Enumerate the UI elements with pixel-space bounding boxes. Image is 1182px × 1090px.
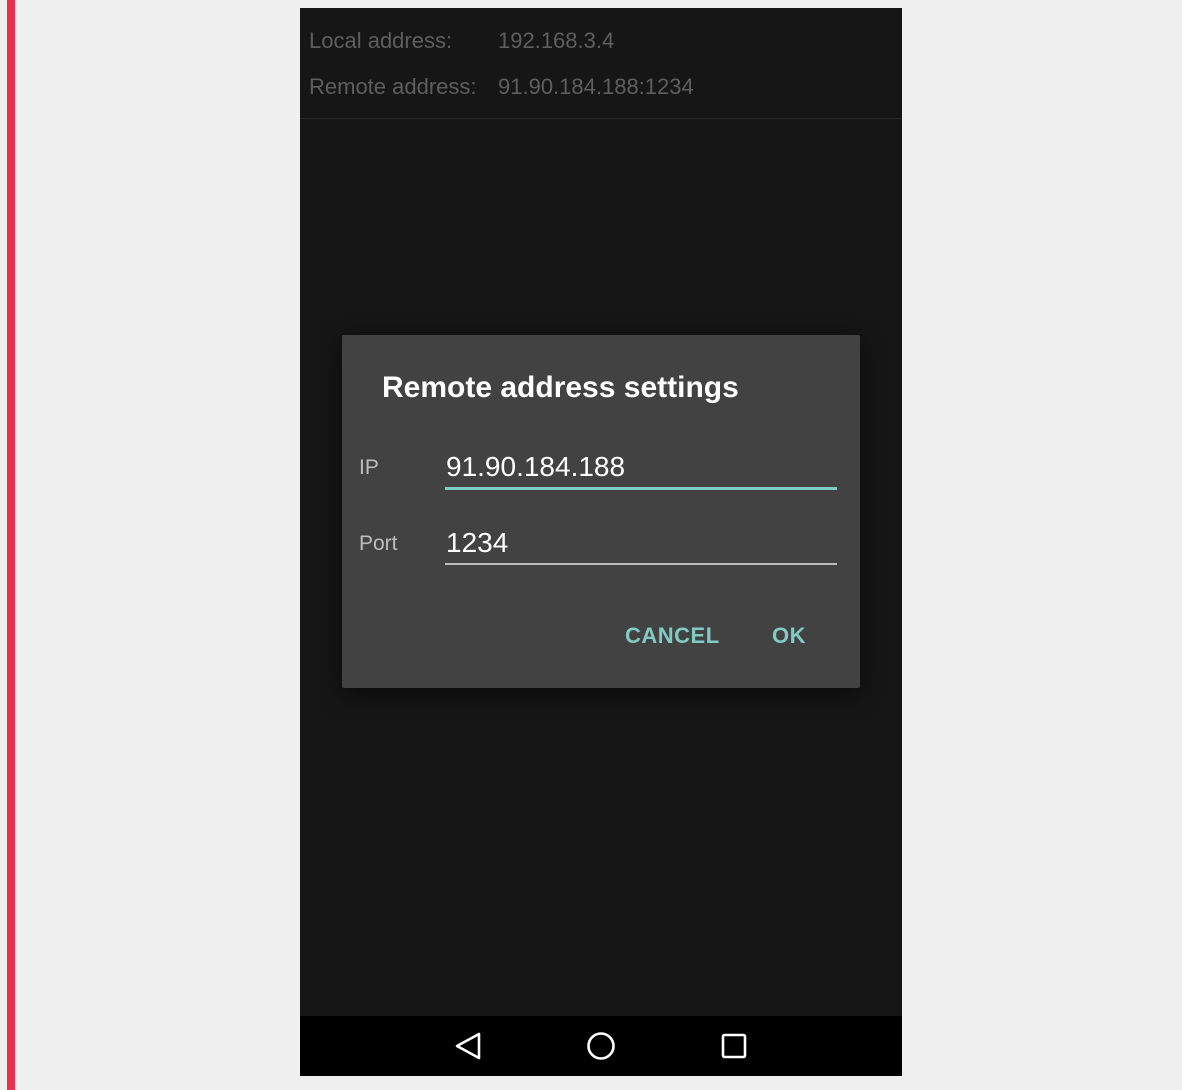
ip-input[interactable] xyxy=(445,446,837,490)
back-icon xyxy=(455,1032,481,1060)
port-input[interactable] xyxy=(445,522,837,565)
cancel-button[interactable]: CANCEL xyxy=(625,623,720,649)
recents-icon xyxy=(721,1033,747,1059)
phone-screen: Local address: 192.168.3.4 Remote addres… xyxy=(300,8,902,1076)
remote-address-dialog: Remote address settings IP Port CANCEL O… xyxy=(342,335,860,688)
local-address-value: 192.168.3.4 xyxy=(498,28,615,53)
ok-button[interactable]: OK xyxy=(772,623,806,649)
port-label: Port xyxy=(359,532,398,555)
recents-button[interactable] xyxy=(714,1026,754,1066)
local-address-row: Local address: 192.168.3.4 xyxy=(309,28,614,58)
remote-address-value: 91.90.184.188:1234 xyxy=(498,74,694,99)
accent-bar xyxy=(7,0,15,1090)
ip-label: IP xyxy=(359,456,379,479)
remote-address-label: Remote address: xyxy=(309,74,477,99)
info-divider xyxy=(300,118,902,119)
navigation-bar xyxy=(300,1016,902,1076)
back-button[interactable] xyxy=(448,1026,488,1066)
dialog-title: Remote address settings xyxy=(382,371,739,404)
home-icon xyxy=(587,1032,615,1060)
remote-address-row: Remote address: 91.90.184.188:1234 xyxy=(309,74,694,104)
home-button[interactable] xyxy=(581,1026,621,1066)
local-address-label: Local address: xyxy=(309,28,453,53)
